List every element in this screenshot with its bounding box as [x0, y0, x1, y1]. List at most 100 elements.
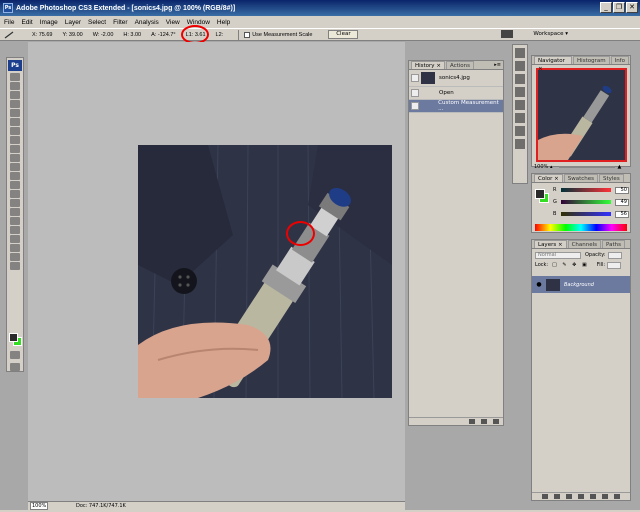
tab-history[interactable]: History × [411, 61, 445, 69]
tool-presets-icon[interactable] [515, 61, 525, 71]
navigator-preview[interactable] [536, 68, 627, 162]
trash-icon[interactable] [493, 419, 499, 424]
screen-mode-icon[interactable] [10, 363, 20, 371]
trash-icon[interactable] [614, 494, 620, 499]
notes-tool-icon[interactable] [10, 235, 20, 243]
dodge-tool-icon[interactable] [10, 190, 20, 198]
hand-tool-icon[interactable] [10, 253, 20, 261]
tab-histogram[interactable]: Histogram [573, 56, 610, 64]
zoom-slider[interactable] [558, 165, 615, 168]
layer-row-background[interactable]: ● Background [532, 276, 630, 293]
color-spectrum[interactable] [535, 224, 627, 231]
minimize-button[interactable]: _ [600, 2, 612, 13]
clone-source-icon[interactable] [515, 87, 525, 97]
animation-icon[interactable] [515, 113, 525, 123]
menu-select[interactable]: Select [88, 19, 106, 26]
crop-tool-icon[interactable] [10, 109, 20, 117]
tab-actions[interactable]: Actions [445, 61, 475, 69]
move-tool-icon[interactable] [10, 73, 20, 81]
menu-view[interactable]: View [166, 19, 180, 26]
tab-layers[interactable]: Layers × [534, 240, 567, 248]
visibility-eye-icon[interactable]: ● [535, 281, 543, 289]
menu-filter[interactable]: Filter [113, 19, 127, 26]
tab-channels[interactable]: Channels [567, 240, 602, 248]
menu-image[interactable]: Image [40, 19, 58, 26]
measurement-scale-checkbox[interactable] [244, 31, 251, 38]
character-icon[interactable] [515, 139, 525, 149]
history-source-icon[interactable] [411, 89, 419, 97]
healing-brush-tool-icon[interactable] [10, 127, 20, 135]
history-snapshot[interactable]: sonics4.jpg [409, 70, 503, 87]
tab-styles[interactable]: Styles [599, 174, 624, 182]
fill-field[interactable] [607, 261, 622, 269]
blue-slider[interactable] [561, 212, 611, 216]
navigator-zoom[interactable]: 100% [534, 164, 550, 170]
blue-value[interactable]: 56 [615, 210, 629, 218]
red-slider[interactable] [561, 188, 611, 192]
app-icon[interactable]: Ps [3, 3, 13, 13]
workspace-menu[interactable]: Workspace ▾ [501, 30, 568, 38]
document-image[interactable] [138, 145, 392, 398]
magic-wand-tool-icon[interactable] [10, 100, 20, 108]
zoom-level[interactable]: 100% [30, 502, 48, 510]
quick-mask-icon[interactable] [10, 351, 20, 359]
tab-swatches[interactable]: Swatches [563, 174, 598, 182]
menu-layer[interactable]: Layer [65, 19, 81, 26]
shape-tool-icon[interactable] [10, 226, 20, 234]
history-source-icon[interactable] [411, 102, 419, 110]
new-snapshot-icon[interactable] [481, 419, 487, 424]
brush-tool-icon[interactable] [10, 136, 20, 144]
foreground-color-swatch[interactable] [9, 333, 18, 342]
close-button[interactable]: ✕ [626, 2, 638, 13]
menu-file[interactable]: File [4, 19, 14, 26]
tab-info[interactable]: Info [610, 56, 629, 64]
menu-analysis[interactable]: Analysis [135, 19, 159, 26]
zoom-out-icon[interactable]: ▴ [550, 164, 553, 170]
ruler-tool-icon[interactable] [4, 31, 14, 39]
measurement-log-icon[interactable] [515, 100, 525, 110]
color-foreground-swatch[interactable] [535, 189, 545, 199]
blend-mode-select[interactable]: Normal [535, 251, 581, 259]
paragraph-icon[interactable] [515, 126, 525, 136]
marquee-tool-icon[interactable] [10, 82, 20, 90]
green-value[interactable]: 49 [615, 198, 629, 206]
eyedropper-tool-icon[interactable] [10, 244, 20, 252]
layer-comps-icon[interactable] [515, 74, 525, 84]
brushes-icon[interactable] [515, 48, 525, 58]
zoom-in-icon[interactable]: ▲ [618, 164, 622, 170]
panel-menu-icon[interactable]: ▸≡ [494, 62, 501, 68]
menu-help[interactable]: Help [217, 19, 230, 26]
history-source-icon[interactable] [411, 74, 419, 82]
pen-tool-icon[interactable] [10, 199, 20, 207]
bridge-icon[interactable] [501, 30, 514, 38]
clear-button[interactable]: Clear [328, 30, 359, 39]
zoom-tool-icon[interactable] [10, 262, 20, 270]
workspace-label[interactable]: Workspace ▾ [533, 31, 568, 37]
tab-paths[interactable]: Paths [602, 240, 625, 248]
adjustment-layer-icon[interactable] [578, 494, 584, 499]
history-item-selected[interactable]: Custom Measurement ... [409, 100, 503, 113]
eraser-tool-icon[interactable] [10, 163, 20, 171]
clone-stamp-tool-icon[interactable] [10, 145, 20, 153]
layer-style-icon[interactable] [554, 494, 560, 499]
blur-tool-icon[interactable] [10, 181, 20, 189]
lasso-tool-icon[interactable] [10, 91, 20, 99]
red-value[interactable]: 50 [615, 186, 629, 194]
slice-tool-icon[interactable] [10, 118, 20, 126]
gradient-tool-icon[interactable] [10, 172, 20, 180]
history-item[interactable]: Open [409, 87, 503, 100]
lock-icons[interactable]: □ ✎ ✥ ▣ [552, 262, 589, 268]
green-slider[interactable] [561, 200, 611, 204]
tab-navigator[interactable]: Navigator × [534, 56, 573, 72]
layer-mask-icon[interactable] [566, 494, 572, 499]
link-layers-icon[interactable] [542, 494, 548, 499]
path-selection-tool-icon[interactable] [10, 217, 20, 225]
history-brush-tool-icon[interactable] [10, 154, 20, 162]
new-group-icon[interactable] [590, 494, 596, 499]
type-tool-icon[interactable] [10, 208, 20, 216]
menu-edit[interactable]: Edit [21, 19, 32, 26]
opacity-field[interactable] [607, 251, 622, 259]
restore-button[interactable]: ❐ [613, 2, 625, 13]
tab-color[interactable]: Color × [534, 174, 563, 182]
new-document-icon[interactable] [469, 419, 475, 424]
